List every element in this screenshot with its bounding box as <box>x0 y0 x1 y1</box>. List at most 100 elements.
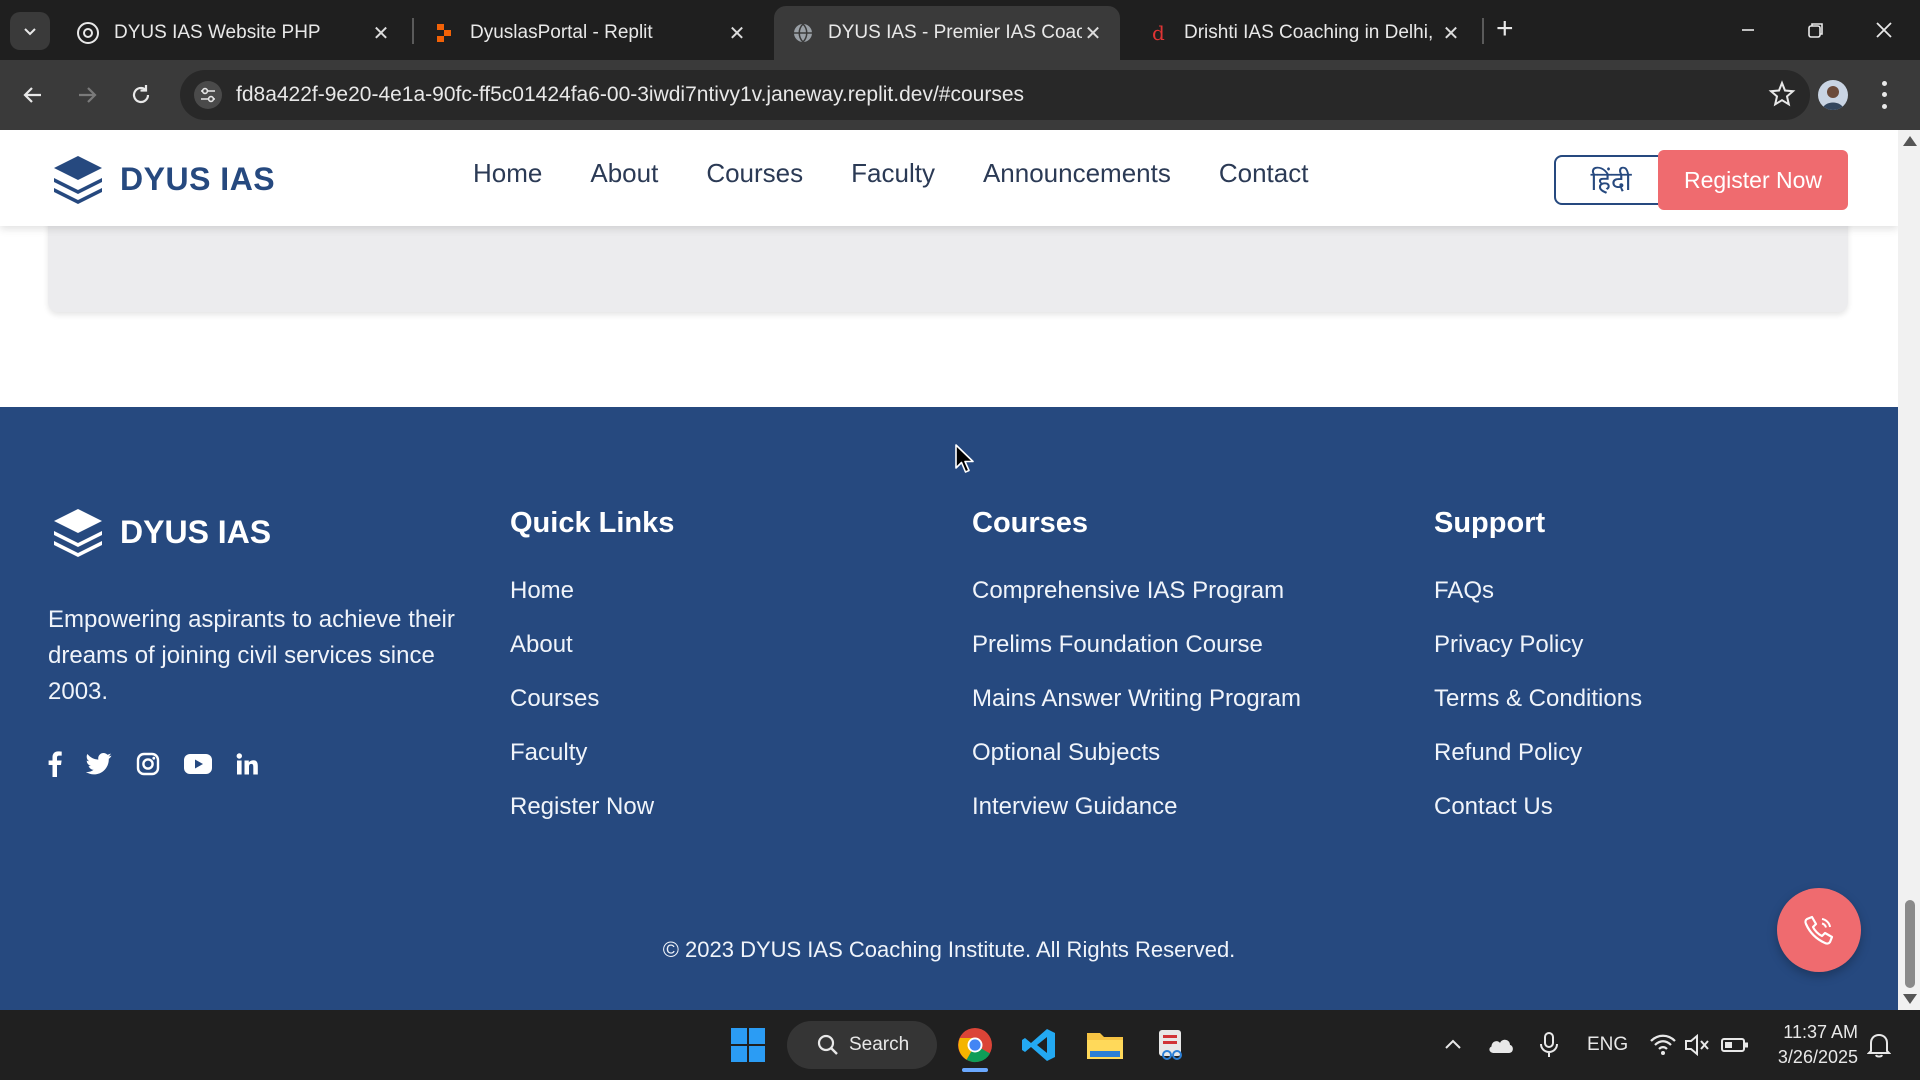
taskbar-search[interactable]: Search <box>787 1021 937 1069</box>
footer-quick-links: Quick Links Home About Courses Faculty R… <box>510 507 674 847</box>
footer-link-privacy-policy[interactable]: Privacy Policy <box>1434 631 1642 659</box>
social-links <box>48 749 282 779</box>
forward-button[interactable] <box>68 76 106 114</box>
linkedin-icon[interactable] <box>236 749 258 779</box>
footer-link-faqs[interactable]: FAQs <box>1434 577 1642 605</box>
facebook-icon[interactable] <box>48 749 62 779</box>
page-scrollbar[interactable] <box>1898 130 1920 1010</box>
profile-avatar[interactable] <box>1818 80 1848 110</box>
footer-link-comprehensive-ias[interactable]: Comprehensive IAS Program <box>972 577 1301 605</box>
taskbar-clock[interactable]: 11:37 AM 3/26/2025 <box>1768 1020 1858 1070</box>
show-hidden-icons-button[interactable] <box>1430 1022 1476 1068</box>
language-toggle-button[interactable]: हिंदी <box>1554 155 1668 205</box>
search-icon <box>817 1034 838 1055</box>
start-button[interactable] <box>725 1022 771 1068</box>
close-icon[interactable]: ✕ <box>1440 21 1462 46</box>
notifications-button[interactable] <box>1856 1022 1902 1068</box>
nav-home[interactable]: Home <box>473 158 542 189</box>
new-tab-button[interactable]: + <box>1496 14 1514 44</box>
onedrive-tray-button[interactable] <box>1478 1022 1524 1068</box>
footer-link-prelims-foundation[interactable]: Prelims Foundation Course <box>972 631 1301 659</box>
close-window-button[interactable] <box>1864 10 1904 50</box>
browser-toolbar: fd8a422f-9e20-4e1a-90fc-ff5c01424fa6-00-… <box>0 60 1920 130</box>
footer-link-mains-answer-writing[interactable]: Mains Answer Writing Program <box>972 685 1301 713</box>
vscode-taskbar-button[interactable] <box>1016 1022 1062 1068</box>
footer-link-faculty[interactable]: Faculty <box>510 739 674 767</box>
nav-about[interactable]: About <box>590 158 658 189</box>
url-text: fd8a422f-9e20-4e1a-90fc-ff5c01424fa6-00-… <box>236 83 1024 106</box>
close-icon <box>1876 22 1892 38</box>
scroll-up-arrow-icon[interactable] <box>1903 136 1917 146</box>
footer-link-register-now[interactable]: Register Now <box>510 793 674 821</box>
tab-dyus-website-php[interactable]: DYUS IAS Website PHP ✕ <box>58 6 408 60</box>
instagram-icon[interactable] <box>136 749 160 779</box>
footer-link-courses[interactable]: Courses <box>510 685 674 713</box>
close-icon[interactable]: ✕ <box>726 21 748 46</box>
bookmark-button[interactable] <box>1768 80 1796 113</box>
active-app-indicator <box>962 1068 988 1072</box>
call-button[interactable] <box>1777 888 1861 972</box>
register-now-button[interactable]: Register Now <box>1658 150 1848 210</box>
youtube-icon[interactable] <box>184 749 212 779</box>
snipping-tool-taskbar-button[interactable] <box>1148 1022 1194 1068</box>
arrow-right-icon <box>79 87 97 103</box>
footer-link-contact-us[interactable]: Contact Us <box>1434 793 1642 821</box>
snipping-tool-icon <box>1159 1030 1182 1060</box>
chrome-taskbar-button[interactable] <box>952 1022 998 1068</box>
dot-icon <box>1881 103 1887 109</box>
nav-courses[interactable]: Courses <box>706 158 803 189</box>
tab-title: DyuslasPortal - Replit <box>470 22 653 43</box>
mouse-cursor-icon <box>954 443 976 480</box>
nav-faculty[interactable]: Faculty <box>851 158 935 189</box>
twitter-icon[interactable] <box>86 749 112 779</box>
bell-icon <box>1867 1033 1891 1058</box>
input-language-indicator[interactable]: ENG <box>1587 1034 1628 1056</box>
tab-title: Drishti IAS Coaching in Delhi, Be <box>1184 22 1440 43</box>
footer-link-optional-subjects[interactable]: Optional Subjects <box>972 739 1301 767</box>
speaker-muted-icon <box>1685 1034 1709 1056</box>
reload-button[interactable] <box>122 76 160 114</box>
footer-logo[interactable]: DYUS IAS <box>52 507 271 557</box>
tab-search-button[interactable] <box>10 12 50 50</box>
close-icon[interactable]: ✕ <box>1082 21 1104 46</box>
footer-heading: Support <box>1434 507 1546 539</box>
arrow-left-icon <box>23 87 41 103</box>
file-explorer-taskbar-button[interactable] <box>1082 1022 1128 1068</box>
footer-link-home[interactable]: Home <box>510 577 674 605</box>
tab-dyuslas-portal-replit[interactable]: DyuslasPortal - Replit ✕ <box>416 6 764 60</box>
dot-icon <box>1881 92 1887 98</box>
microphone-icon <box>1540 1032 1558 1057</box>
taskbar-search-label: Search <box>849 1034 910 1055</box>
windows-logo-icon <box>731 1028 765 1062</box>
scrollbar-thumb[interactable] <box>1905 900 1915 988</box>
footer-heading: Quick Links <box>510 507 675 539</box>
footer-link-terms-conditions[interactable]: Terms & Conditions <box>1434 685 1642 713</box>
footer-link-interview-guidance[interactable]: Interview Guidance <box>972 793 1301 821</box>
address-bar[interactable]: fd8a422f-9e20-4e1a-90fc-ff5c01424fa6-00-… <box>180 70 1810 120</box>
footer-link-refund-policy[interactable]: Refund Policy <box>1434 739 1642 767</box>
footer-link-about[interactable]: About <box>510 631 674 659</box>
globe-icon <box>794 23 812 43</box>
scroll-down-arrow-icon[interactable] <box>1903 994 1917 1004</box>
tab-separator <box>412 18 414 44</box>
vscode-icon <box>1022 1029 1055 1061</box>
windows-taskbar: Search ENG 11:37 AM 3/26/2025 <box>0 1010 1920 1080</box>
browser-menu-button[interactable] <box>1874 78 1894 112</box>
nav-contact[interactable]: Contact <box>1219 158 1309 189</box>
tab-dyus-ias-premier[interactable]: DYUS IAS - Premier IAS Coachin ✕ <box>774 6 1120 60</box>
openai-favicon-icon <box>77 22 99 44</box>
battery-tray-button[interactable] <box>1712 1022 1758 1068</box>
minimize-icon <box>1742 29 1754 31</box>
close-icon[interactable]: ✕ <box>370 21 392 46</box>
back-button[interactable] <box>14 76 52 114</box>
site-logo[interactable]: DYUS IAS <box>52 154 275 204</box>
tab-drishti-ias[interactable]: d Drishti IAS Coaching in Delhi, Be ✕ <box>1130 6 1478 60</box>
footer-description: Empowering aspirants to achieve their dr… <box>48 606 455 705</box>
nav-announcements[interactable]: Announcements <box>983 158 1171 189</box>
replit-favicon-icon <box>437 24 451 42</box>
site-settings-button[interactable] <box>194 81 222 109</box>
restore-button[interactable] <box>1796 10 1836 50</box>
microphone-tray-button[interactable] <box>1526 1022 1572 1068</box>
minimize-button[interactable] <box>1728 10 1768 50</box>
chevron-down-icon <box>24 28 36 36</box>
